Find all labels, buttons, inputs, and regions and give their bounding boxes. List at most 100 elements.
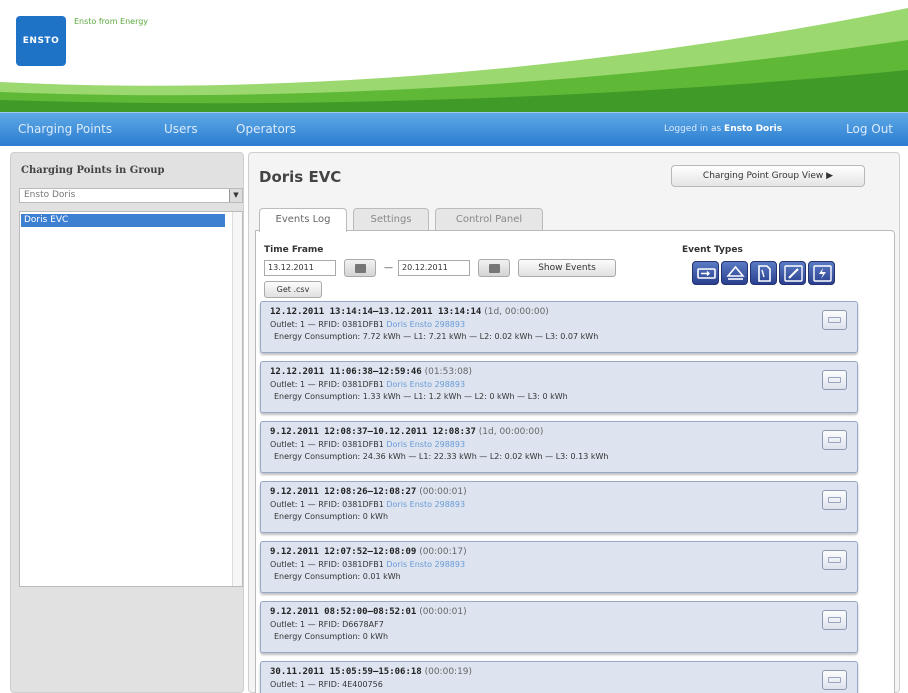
panel-title: Charging Points in Group	[21, 165, 165, 176]
event-types-label: Event Types	[682, 245, 743, 255]
rfid-owner-link[interactable]: Doris Ensto 298893	[386, 500, 465, 509]
event-timespan: 30.11.2011 15:05:59–15:06:18	[270, 667, 422, 677]
date-from-input[interactable]: 13.12.2011	[264, 260, 336, 276]
date-to-calendar-button[interactable]	[478, 259, 510, 277]
list-item-doris-evc[interactable]: Doris EVC	[21, 214, 225, 227]
power-icon[interactable]	[808, 261, 835, 285]
rfid-owner-link[interactable]: Doris Ensto 298893	[386, 440, 465, 449]
event-outlet: Outlet: 1 — RFID: 4E400756	[270, 680, 383, 689]
tagline: Ensto from Energy	[74, 17, 149, 26]
event-outlet: Outlet: 1 — RFID: 0381DFB1	[270, 320, 384, 329]
rfid-owner-link[interactable]: Doris Ensto 298893	[386, 320, 465, 329]
event-duration: (1d, 00:00:00)	[478, 427, 544, 437]
event-energy: Energy Consumption: 0.01 kWh	[274, 572, 401, 581]
event-row[interactable]: 9.12.2011 12:08:37–10.12.2011 12:08:37 (…	[260, 421, 858, 473]
plug-event-icon[interactable]	[822, 370, 847, 390]
ensto-logo[interactable]: ENSTO	[16, 16, 66, 66]
plug-event-icon[interactable]	[822, 610, 847, 630]
event-row[interactable]: 12.12.2011 13:14:14–13.12.2011 13:14:14 …	[260, 301, 858, 353]
event-row[interactable]: 9.12.2011 12:07:52–12:08:09 (00:00:17) O…	[260, 541, 858, 593]
event-timespan: 9.12.2011 12:07:52–12:08:09	[270, 547, 417, 557]
nav-charging-points[interactable]: Charging Points	[18, 122, 112, 136]
plug-event-icon[interactable]	[822, 310, 847, 330]
charging-point-detail: Doris EVC Charging Point Group View ▶ Ev…	[248, 152, 900, 693]
logged-in-prefix: Logged in as	[664, 124, 722, 134]
event-timespan: 9.12.2011 12:08:26–12:08:27	[270, 487, 417, 497]
charging-points-panel: Charging Points in Group Ensto Doris ▼ D…	[10, 152, 244, 693]
event-row[interactable]: 9.12.2011 12:08:26–12:08:27 (00:00:01) O…	[260, 481, 858, 533]
event-duration: (00:00:17)	[419, 547, 467, 557]
event-duration: (00:00:01)	[419, 487, 467, 497]
event-timespan-line: 30.11.2011 15:05:59–15:06:18 (00:00:19)	[270, 667, 472, 677]
event-energy: Energy Consumption: 0 kWh	[274, 512, 389, 521]
event-outlet: Outlet: 1 — RFID: 0381DFB1	[270, 380, 384, 389]
event-timespan-line: 9.12.2011 12:08:37–10.12.2011 12:08:37 (…	[270, 427, 543, 437]
user-name: Ensto Doris	[724, 124, 783, 134]
group-select[interactable]: Ensto Doris ▼	[19, 188, 243, 203]
tab-events-log[interactable]: Events Log	[259, 208, 347, 232]
date-separator: —	[384, 263, 393, 273]
event-timespan-line: 12.12.2011 13:14:14–13.12.2011 13:14:14 …	[270, 307, 549, 317]
event-timespan-line: 12.12.2011 11:06:38–12:59:46 (01:53:08)	[270, 367, 472, 377]
event-row[interactable]: 12.12.2011 11:06:38–12:59:46 (01:53:08) …	[260, 361, 858, 413]
plug-event-icon[interactable]	[822, 550, 847, 570]
event-outlet-line: Outlet: 1 — RFID: 0381DFB1 Doris Ensto 2…	[270, 380, 465, 389]
rfid-owner-link[interactable]: Doris Ensto 298893	[386, 380, 465, 389]
event-row[interactable]: 30.11.2011 15:05:59–15:06:18 (00:00:19) …	[260, 661, 858, 693]
nav-users[interactable]: Users	[164, 122, 198, 136]
event-duration: (1d, 00:00:00)	[484, 307, 549, 317]
event-outlet: Outlet: 1 — RFID: 0381DFB1	[270, 440, 384, 449]
eject-icon[interactable]	[721, 261, 748, 285]
document-icon[interactable]	[750, 261, 777, 285]
calendar-icon	[489, 264, 500, 273]
event-timespan-line: 9.12.2011 12:07:52–12:08:09 (00:00:17)	[270, 547, 467, 557]
plug-event-icon[interactable]	[822, 490, 847, 510]
event-outlet-line: Outlet: 1 — RFID: 0381DFB1 Doris Ensto 2…	[270, 440, 465, 449]
logout-link[interactable]: Log Out	[846, 122, 893, 136]
calendar-icon	[355, 264, 366, 273]
main-nav: Charging Points Users Operators Logged i…	[0, 112, 908, 146]
group-select-value: Ensto Doris	[24, 190, 76, 200]
event-energy: Energy Consumption: 24.36 kWh — L1: 22.3…	[274, 452, 609, 461]
event-duration: (00:00:01)	[419, 607, 467, 617]
header: ENSTO Ensto from Energy	[0, 0, 908, 112]
plug-event-icon[interactable]	[822, 670, 847, 690]
event-energy: Energy Consumption: 0 kWh	[274, 632, 389, 641]
event-outlet-line: Outlet: 1 — RFID: 0381DFB1 Doris Ensto 2…	[270, 560, 465, 569]
rfid-owner-link[interactable]: Doris Ensto 298893	[386, 560, 465, 569]
nav-operators[interactable]: Operators	[236, 122, 296, 136]
show-events-button[interactable]: Show Events	[518, 259, 616, 277]
event-row[interactable]: 9.12.2011 08:52:00–08:52:01 (00:00:01) O…	[260, 601, 858, 653]
charging-point-list: Doris EVC	[19, 211, 243, 587]
event-duration: (00:00:19)	[424, 667, 473, 677]
event-outlet-line: Outlet: 1 — RFID: 0381DFB1 Doris Ensto 2…	[270, 500, 465, 509]
tab-control-panel[interactable]: Control Panel	[435, 208, 543, 230]
event-outlet: Outlet: 1 — RFID: D6678AF7	[270, 620, 384, 629]
plug-event-icon[interactable]	[822, 430, 847, 450]
event-timespan-line: 9.12.2011 08:52:00–08:52:01 (00:00:01)	[270, 607, 467, 617]
event-timespan: 12.12.2011 11:06:38–12:59:46	[270, 367, 422, 377]
edit-icon[interactable]	[779, 261, 806, 285]
chevron-down-icon[interactable]: ▼	[229, 189, 242, 202]
date-from-calendar-button[interactable]	[344, 259, 376, 277]
plug-in-icon[interactable]	[692, 261, 719, 285]
event-timespan-line: 9.12.2011 12:08:26–12:08:27 (00:00:01)	[270, 487, 467, 497]
get-csv-button[interactable]: Get .csv	[264, 281, 322, 298]
events-log-panel: Time Frame 13.12.2011 — 20.12.2011 Show …	[255, 230, 895, 693]
event-energy: Energy Consumption: 7.72 kWh — L1: 7.21 …	[274, 332, 599, 341]
page-title: Doris EVC	[259, 168, 342, 186]
list-scrollbar[interactable]	[232, 212, 242, 586]
event-outlet-line: Outlet: 1 — RFID: 0381DFB1 Doris Ensto 2…	[270, 320, 465, 329]
event-timespan: 9.12.2011 08:52:00–08:52:01	[270, 607, 417, 617]
event-timespan: 12.12.2011 13:14:14–13.12.2011 13:14:14	[270, 307, 482, 317]
event-timespan: 9.12.2011 12:08:37–10.12.2011 12:08:37	[270, 427, 476, 437]
event-outlet: Outlet: 1 — RFID: 0381DFB1	[270, 560, 384, 569]
time-frame-label: Time Frame	[264, 245, 324, 255]
event-outlet: Outlet: 1 — RFID: 0381DFB1	[270, 500, 384, 509]
date-to-input[interactable]: 20.12.2011	[398, 260, 470, 276]
group-view-button[interactable]: Charging Point Group View ▶	[671, 165, 865, 187]
logged-in-info: Logged in as Ensto Doris	[664, 124, 782, 134]
event-duration: (01:53:08)	[424, 367, 473, 377]
event-outlet-line: Outlet: 1 — RFID: D6678AF7	[270, 620, 384, 629]
tab-settings[interactable]: Settings	[353, 208, 429, 230]
